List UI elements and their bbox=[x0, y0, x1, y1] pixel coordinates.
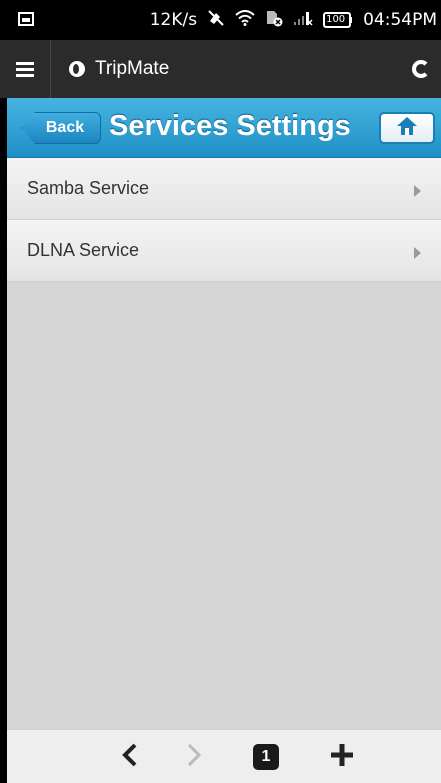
status-bar: 12K/s 100 04:54PM bbox=[0, 0, 441, 40]
forward-nav-button[interactable] bbox=[169, 730, 219, 783]
app-name: TripMate bbox=[95, 58, 170, 79]
browser-bottom-bar: 1 bbox=[7, 729, 441, 783]
back-button-label: Back bbox=[45, 119, 85, 136]
chevron-right-icon bbox=[414, 247, 421, 259]
refresh-icon bbox=[412, 60, 430, 78]
toolbar-divider bbox=[50, 40, 51, 98]
refresh-button[interactable] bbox=[401, 40, 441, 98]
tabs-icon: 1 bbox=[253, 744, 279, 770]
home-button[interactable] bbox=[379, 112, 435, 144]
page-header: Back Services Settings bbox=[7, 98, 441, 158]
new-tab-button[interactable] bbox=[317, 730, 367, 783]
tabs-button[interactable]: 1 bbox=[241, 730, 291, 783]
list-item-samba-service[interactable]: Samba Service bbox=[7, 158, 441, 220]
list-item-label: Samba Service bbox=[27, 178, 150, 198]
home-icon bbox=[396, 116, 418, 141]
back-arrow-icon bbox=[122, 743, 138, 772]
list-item-dlna-service[interactable]: DLNA Service bbox=[7, 220, 441, 282]
mute-icon bbox=[207, 9, 225, 32]
menu-icon bbox=[16, 59, 34, 80]
signal-icon bbox=[293, 10, 313, 31]
menu-button[interactable] bbox=[0, 40, 50, 98]
app-title: TripMate bbox=[69, 58, 169, 80]
page-title: Services Settings bbox=[109, 110, 351, 142]
new-tab-icon bbox=[330, 743, 354, 772]
services-content: Samba Service DLNA Service bbox=[7, 158, 441, 729]
screenshot-icon bbox=[18, 11, 34, 30]
battery-icon: 100 bbox=[323, 12, 353, 28]
sim-off-icon bbox=[265, 9, 283, 32]
app-toolbar: TripMate bbox=[0, 40, 441, 98]
wifi-icon bbox=[235, 9, 255, 31]
forward-arrow-icon bbox=[186, 743, 202, 772]
back-button[interactable]: Back bbox=[21, 112, 101, 144]
back-nav-button[interactable] bbox=[105, 730, 155, 783]
chevron-right-icon bbox=[414, 185, 421, 197]
list-item-label: DLNA Service bbox=[27, 240, 140, 260]
network-speed: 12K/s bbox=[149, 10, 198, 30]
battery-level: 100 bbox=[326, 14, 346, 25]
clock: 04:54PM bbox=[363, 10, 437, 30]
app-logo-icon bbox=[69, 61, 85, 77]
